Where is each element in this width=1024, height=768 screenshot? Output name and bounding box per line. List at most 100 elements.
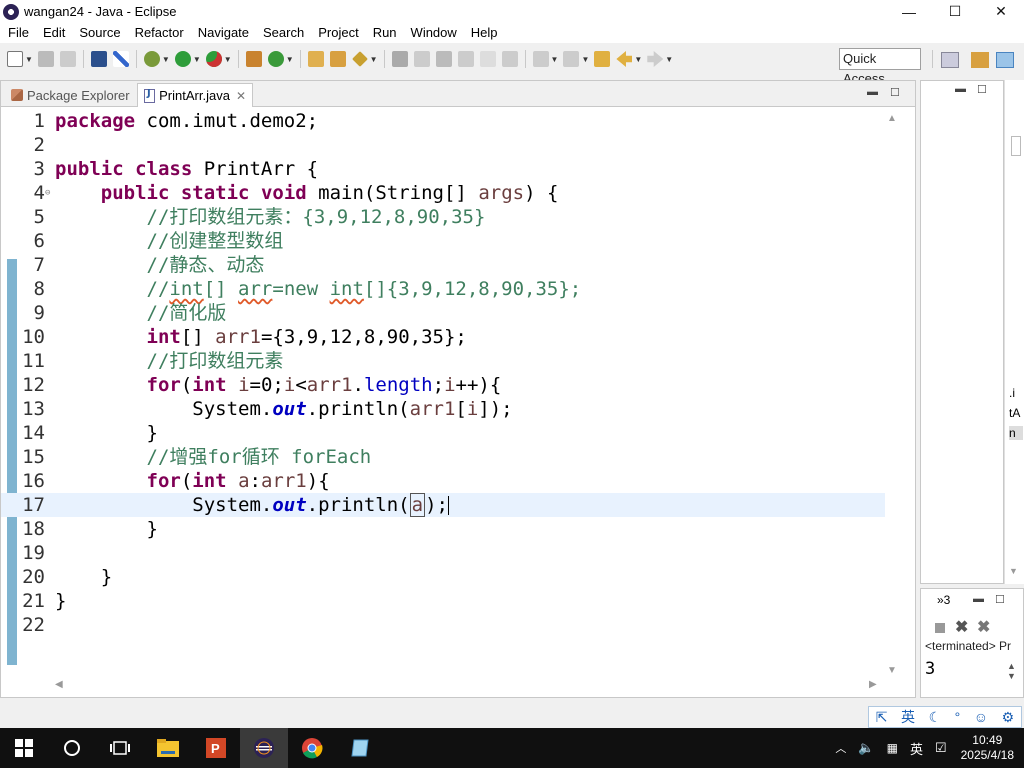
tab-printarr-java[interactable]: PrintArr.java ✕ bbox=[137, 83, 253, 107]
console-scroll-icon[interactable]: ▲ ▼ bbox=[1007, 661, 1016, 681]
volume-icon[interactable]: 🔈 bbox=[858, 740, 874, 756]
show-whitespace-icon[interactable] bbox=[435, 51, 452, 67]
taskbar-eclipse[interactable] bbox=[240, 728, 288, 768]
new-icon[interactable] bbox=[7, 51, 23, 67]
toggle-block-selection-icon[interactable] bbox=[413, 51, 430, 67]
open-task-icon[interactable] bbox=[329, 51, 346, 67]
open-type-icon[interactable] bbox=[307, 51, 324, 67]
annotation-icon[interactable] bbox=[457, 51, 474, 67]
menu-navigate[interactable]: Navigate bbox=[191, 23, 256, 43]
moon-icon[interactable]: ☾ bbox=[929, 709, 942, 726]
next-annotation-dropdown-icon[interactable]: ▼ bbox=[551, 55, 559, 64]
toggle-mark-occurrences-icon[interactable] bbox=[391, 51, 408, 67]
run-dropdown-icon[interactable]: ▼ bbox=[193, 55, 201, 64]
menu-search[interactable]: Search bbox=[256, 23, 311, 43]
horizontal-scrollbar[interactable]: ◀ ▶ bbox=[55, 679, 883, 693]
terminate-icon[interactable] bbox=[935, 623, 945, 633]
menu-help[interactable]: Help bbox=[464, 23, 505, 43]
scroll-down-icon[interactable]: ▼ bbox=[1009, 566, 1018, 576]
save-all-icon[interactable] bbox=[59, 51, 76, 67]
close-button[interactable]: ✕ bbox=[978, 0, 1024, 23]
task-view-button[interactable] bbox=[96, 728, 144, 768]
user-icon[interactable]: ☺ bbox=[974, 709, 988, 725]
console-tab[interactable]: »3 bbox=[937, 593, 950, 607]
gear-icon[interactable]: ⚙ bbox=[1002, 709, 1015, 726]
new-dropdown-icon[interactable]: ▼ bbox=[25, 55, 33, 64]
start-button[interactable] bbox=[0, 728, 48, 768]
new-java-project-icon[interactable] bbox=[245, 51, 262, 67]
remove-launch-icon[interactable]: ✖ bbox=[955, 617, 968, 637]
code-editor[interactable]: 1 package com.imut.demo2; 2 3 public class… bbox=[1, 109, 885, 675]
java-perspective-icon[interactable] bbox=[996, 52, 1014, 68]
taskbar-powerpoint[interactable]: P bbox=[192, 728, 240, 768]
taskbar-chrome[interactable] bbox=[288, 728, 336, 768]
fold-icon[interactable]: ⊖ bbox=[45, 181, 50, 205]
forward-dropdown-icon[interactable]: ▼ bbox=[665, 55, 673, 64]
open-perspective-icon[interactable] bbox=[941, 52, 959, 68]
search-button[interactable] bbox=[48, 728, 96, 768]
maximize-view-icon[interactable]: ☐ bbox=[995, 593, 1005, 606]
back-icon[interactable] bbox=[616, 51, 633, 67]
line-text: //简化版 bbox=[55, 302, 227, 324]
coverage-icon[interactable] bbox=[205, 51, 222, 67]
back-dropdown-icon[interactable]: ▼ bbox=[634, 55, 642, 64]
menu-project[interactable]: Project bbox=[311, 23, 365, 43]
terminal-icon[interactable] bbox=[90, 51, 107, 67]
taskbar-notepad[interactable] bbox=[336, 728, 384, 768]
run-icon[interactable] bbox=[174, 51, 191, 67]
ime-language-label[interactable]: 英 bbox=[901, 707, 915, 727]
prev-annotation-dropdown-icon[interactable]: ▼ bbox=[581, 55, 589, 64]
maximize-view-icon[interactable]: ☐ bbox=[890, 86, 900, 99]
show-hidden-icons-icon[interactable]: ︿ bbox=[835, 740, 846, 756]
scroll-down-icon[interactable]: ▼ bbox=[887, 665, 897, 676]
next-annotation-icon[interactable] bbox=[532, 51, 549, 67]
vertical-scrollbar[interactable]: ▲ ▼ bbox=[885, 109, 899, 679]
scroll-right-icon[interactable]: ▶ bbox=[869, 679, 877, 690]
input-language-indicator[interactable]: 英 bbox=[910, 739, 923, 758]
minimize-view-icon[interactable]: ▬ bbox=[867, 86, 878, 98]
notification-icon[interactable]: ☑ bbox=[935, 740, 947, 756]
maximize-view-icon[interactable]: ☐ bbox=[977, 83, 987, 96]
prev-annotation-icon[interactable] bbox=[563, 51, 580, 67]
menu-run[interactable]: Run bbox=[366, 23, 404, 43]
side-panel-handle[interactable] bbox=[1011, 136, 1021, 156]
minimize-button[interactable]: — bbox=[886, 0, 932, 23]
menu-refactor[interactable]: Refactor bbox=[128, 23, 191, 43]
debug-icon[interactable] bbox=[143, 51, 160, 67]
folder-icon bbox=[157, 739, 179, 757]
scroll-up-icon[interactable]: ▲ bbox=[887, 113, 897, 124]
skip-breakpoints-icon[interactable] bbox=[112, 51, 129, 67]
tab-package-explorer[interactable]: Package Explorer bbox=[3, 83, 135, 107]
ime-toggle-icon[interactable]: ⇱ bbox=[876, 709, 888, 726]
debug-dropdown-icon[interactable]: ▼ bbox=[162, 55, 170, 64]
search-icon[interactable] bbox=[351, 51, 368, 67]
clock[interactable]: 10:49 2025/4/18 bbox=[961, 733, 1014, 763]
punctuation-icon[interactable]: ° bbox=[955, 709, 961, 725]
side-text-fragment: tA bbox=[1009, 406, 1021, 420]
menu-window[interactable]: Window bbox=[404, 23, 464, 43]
save-icon[interactable] bbox=[37, 51, 54, 67]
menu-source[interactable]: Source bbox=[72, 23, 127, 43]
line-number: 16 bbox=[22, 470, 45, 492]
maximize-button[interactable]: ☐ bbox=[932, 0, 978, 23]
toolbar-separator bbox=[299, 50, 301, 68]
menu-edit[interactable]: Edit bbox=[36, 23, 72, 43]
last-edit-icon[interactable] bbox=[594, 51, 611, 67]
search-dropdown-icon[interactable]: ▼ bbox=[370, 55, 378, 64]
minimize-view-icon[interactable]: ▬ bbox=[955, 83, 966, 95]
minimize-view-icon[interactable]: ▬ bbox=[973, 593, 984, 605]
forward-icon[interactable] bbox=[647, 51, 664, 67]
java-ee-perspective-icon[interactable] bbox=[971, 52, 989, 68]
quick-access-field[interactable]: Quick Access bbox=[839, 48, 921, 86]
close-icon[interactable]: ✕ bbox=[236, 89, 246, 103]
remove-all-launches-icon[interactable]: ✖ bbox=[977, 617, 990, 637]
menu-file[interactable]: File bbox=[0, 23, 36, 43]
taskbar-file-explorer[interactable] bbox=[144, 728, 192, 768]
new-class-icon[interactable] bbox=[267, 51, 284, 67]
new-class-dropdown-icon[interactable]: ▼ bbox=[286, 55, 294, 64]
network-icon[interactable]: ▦ bbox=[887, 741, 898, 755]
scroll-left-icon[interactable]: ◀ bbox=[55, 679, 63, 690]
format-icon[interactable] bbox=[479, 51, 496, 67]
pilcrow-icon[interactable] bbox=[501, 51, 518, 67]
coverage-dropdown-icon[interactable]: ▼ bbox=[224, 55, 232, 64]
